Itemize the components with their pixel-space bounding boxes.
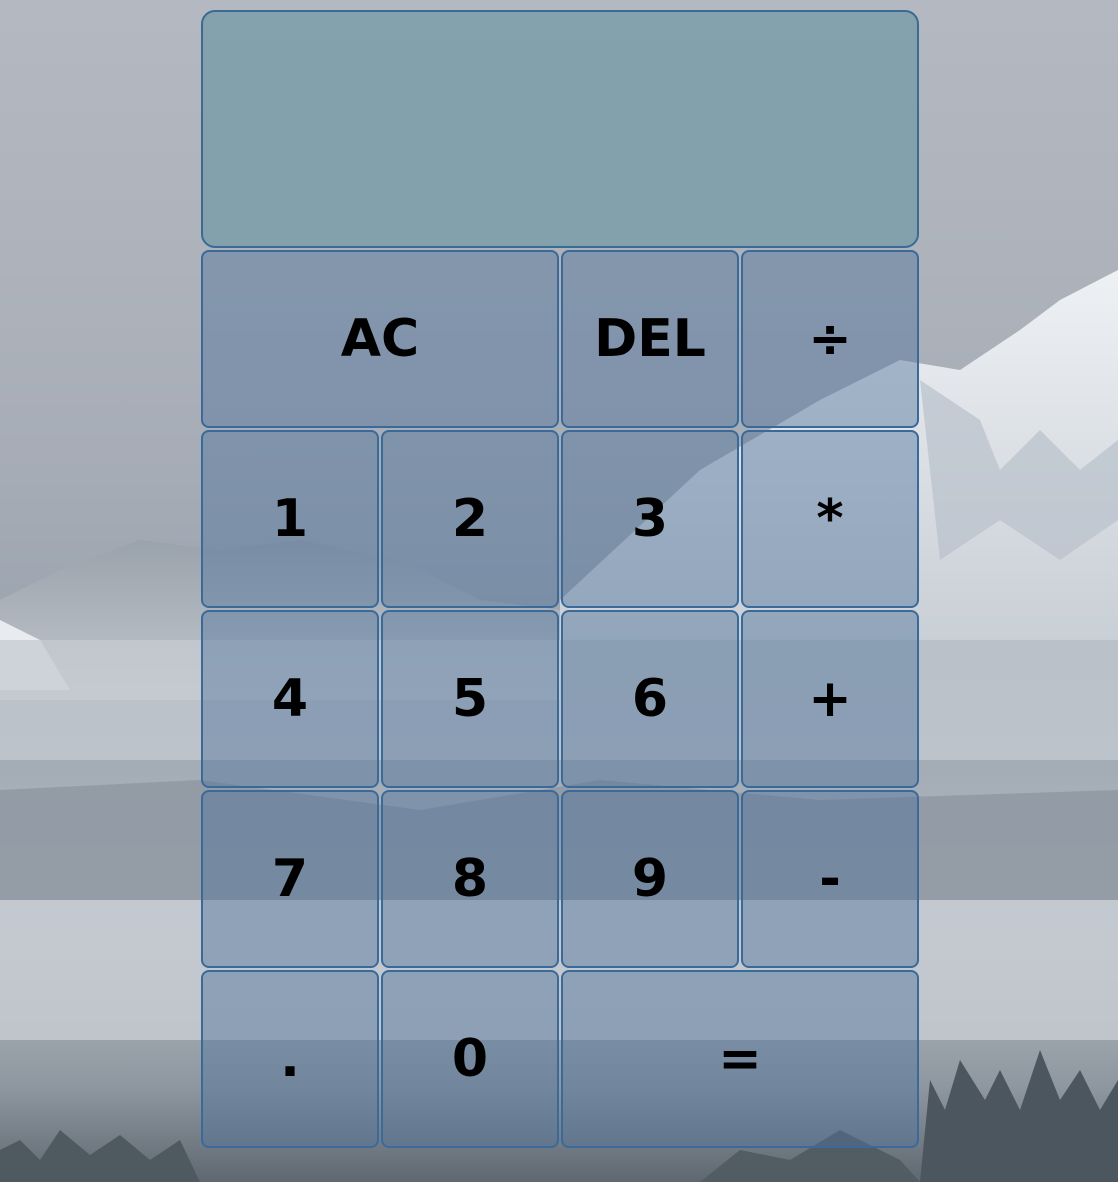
add-button[interactable]: + — [741, 610, 919, 788]
digit-6-button[interactable]: 6 — [561, 610, 739, 788]
divide-button[interactable]: ÷ — [741, 250, 919, 428]
subtract-button[interactable]: - — [741, 790, 919, 968]
digit-4-button[interactable]: 4 — [201, 610, 379, 788]
equals-button[interactable]: = — [561, 970, 919, 1148]
digit-3-button[interactable]: 3 — [561, 430, 739, 608]
multiply-button[interactable]: * — [741, 430, 919, 608]
digit-7-button[interactable]: 7 — [201, 790, 379, 968]
digit-0-button[interactable]: 0 — [381, 970, 559, 1148]
calculator: AC DEL ÷ 1 2 3 * 4 5 6 + 7 8 9 - . 0 = — [201, 10, 921, 1150]
delete-button[interactable]: DEL — [561, 250, 739, 428]
display-output — [201, 10, 919, 248]
digit-9-button[interactable]: 9 — [561, 790, 739, 968]
digit-5-button[interactable]: 5 — [381, 610, 559, 788]
all-clear-button[interactable]: AC — [201, 250, 559, 428]
digit-2-button[interactable]: 2 — [381, 430, 559, 608]
decimal-button[interactable]: . — [201, 970, 379, 1148]
digit-1-button[interactable]: 1 — [201, 430, 379, 608]
digit-8-button[interactable]: 8 — [381, 790, 559, 968]
